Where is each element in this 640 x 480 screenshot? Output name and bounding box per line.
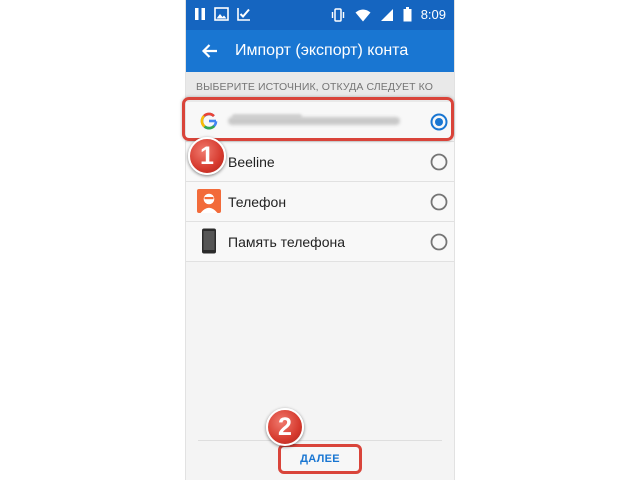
source-label: Beeline — [228, 154, 275, 170]
page-title: Импорт (экспорт) конта — [235, 42, 409, 59]
status-bar: 8:09 — [186, 0, 454, 30]
image-icon — [214, 7, 229, 21]
notification-icons — [194, 7, 251, 21]
radio-unselected[interactable] — [430, 233, 448, 251]
pause-icon — [194, 7, 206, 21]
phone-screen: 8:09 Импорт (экспорт) конта ВЫБЕРИТЕ ИСТ… — [186, 0, 454, 480]
vibrate-icon — [330, 7, 346, 22]
step-badge-1: 1 — [188, 137, 226, 175]
system-icons: 8:09 — [330, 6, 446, 23]
person-icon — [196, 188, 222, 214]
check-icon — [237, 7, 251, 21]
source-item-phone-memory[interactable]: Память телефона — [186, 222, 454, 262]
phone-icon — [196, 228, 222, 254]
next-button[interactable]: ДАЛЕЕ — [278, 444, 362, 474]
clock: 8:09 — [420, 7, 446, 22]
highlight-frame — [182, 97, 454, 141]
radio-unselected[interactable] — [430, 193, 448, 211]
source-label: Телефон — [228, 194, 287, 210]
battery-icon — [403, 7, 412, 22]
source-label: Память телефона — [228, 234, 346, 250]
radio-unselected[interactable] — [430, 153, 448, 171]
signal-icon — [380, 8, 394, 22]
step-badge-2: 2 — [266, 408, 304, 446]
source-item-phone[interactable]: Телефон — [186, 182, 454, 222]
source-item-beeline[interactable]: Beeline — [186, 142, 454, 182]
footer-divider — [198, 440, 442, 441]
arrow-left-icon[interactable] — [198, 39, 222, 63]
wifi-icon — [355, 8, 371, 22]
app-bar: Импорт (экспорт) конта — [186, 30, 454, 72]
